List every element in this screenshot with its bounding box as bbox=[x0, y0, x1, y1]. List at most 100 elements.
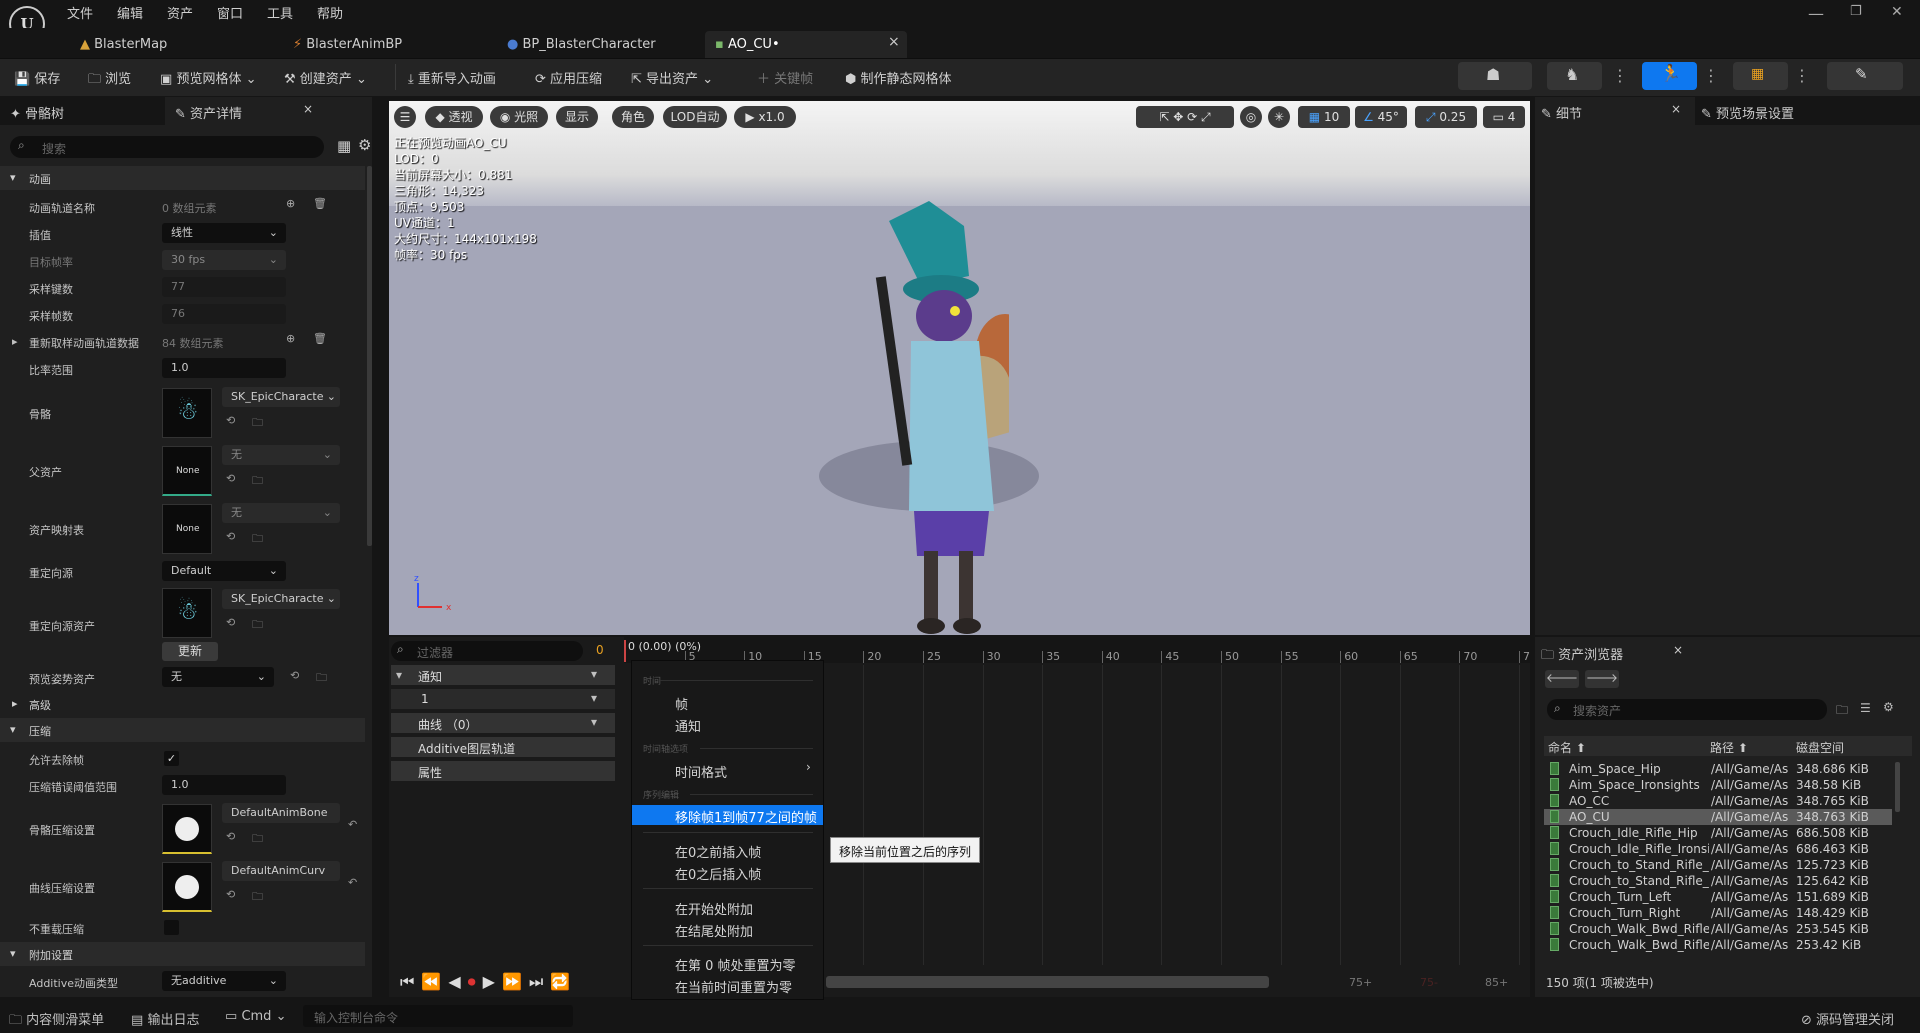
play-reverse-icon[interactable]: ◀ bbox=[448, 972, 467, 991]
menu-item-append-end[interactable]: 在结尾处附加 bbox=[675, 921, 753, 940]
browse-folder-icon[interactable]: 🗀 bbox=[252, 472, 263, 491]
viewport-menu-button[interactable]: ☰ bbox=[394, 106, 416, 128]
settings-gear-icon[interactable]: ⚙ bbox=[358, 136, 371, 154]
add-element-icon[interactable]: ⊕ bbox=[286, 332, 295, 345]
apply-compression-button[interactable]: ⟳ 应用压缩 bbox=[535, 68, 602, 87]
details-scrollbar[interactable] bbox=[367, 166, 372, 546]
more-options-icon[interactable]: ⋮ bbox=[1703, 66, 1719, 85]
loop-icon[interactable]: 🔁 bbox=[550, 972, 577, 991]
output-log-button[interactable]: ▤ 输出日志 bbox=[131, 1009, 199, 1028]
retarget-source-dropdown[interactable]: Default ⌄ bbox=[162, 561, 286, 581]
more-options-icon[interactable]: ⋮ bbox=[1794, 66, 1810, 85]
mesh-mode-button[interactable]: ♞ bbox=[1547, 62, 1602, 90]
asset-row[interactable]: Crouch_Idle_Rifle_Hip/All/Game/As 686.508… bbox=[1544, 825, 1892, 841]
menu-item-zero-at-current[interactable]: 在当前时间重置为零 bbox=[675, 977, 792, 996]
use-selected-icon[interactable]: ⟲ bbox=[226, 616, 235, 629]
track-notify-1[interactable]: 1 ▾ bbox=[391, 689, 615, 709]
interpolation-dropdown[interactable]: 线性 ⌄ bbox=[162, 223, 286, 243]
grid-snap-button[interactable]: ▦ 10 bbox=[1298, 106, 1350, 128]
rotation-snap-button[interactable]: ∠ 45° bbox=[1355, 106, 1407, 128]
record-icon[interactable]: ⏺ bbox=[468, 972, 483, 991]
browse-folder-icon[interactable]: 🗀 bbox=[252, 414, 263, 433]
parent-asset-thumbnail[interactable]: None bbox=[162, 446, 212, 496]
lod-auto-button[interactable]: LOD自动 bbox=[663, 106, 727, 128]
asset-list-scrollbar[interactable] bbox=[1895, 762, 1900, 812]
details-search-input[interactable]: ⌕ 搜索 bbox=[10, 136, 324, 158]
reset-to-default-icon[interactable]: ↶ bbox=[348, 876, 357, 889]
use-selected-icon[interactable]: ⟲ bbox=[226, 830, 235, 843]
tab-preview-scene-settings[interactable]: ✎ 预览场景设置 bbox=[1695, 97, 1920, 125]
expand-arrow-icon[interactable]: ▸ bbox=[12, 335, 18, 348]
skeleton-mode-button[interactable]: ☗ bbox=[1458, 62, 1532, 90]
asset-row[interactable]: AO_CC/All/Game/As 348.765 KiB bbox=[1544, 793, 1892, 809]
menu-item-remove-frames[interactable]: 移除帧1到帧77之间的帧 bbox=[632, 805, 823, 826]
column-name[interactable]: 命名 ⬆ bbox=[1548, 739, 1586, 756]
source-control-button[interactable]: ⊘ 源码管理关闭 bbox=[1801, 1009, 1894, 1028]
rate-scale-input[interactable]: 1.0 bbox=[162, 358, 286, 378]
delete-icon[interactable]: 🗑 bbox=[313, 332, 327, 345]
skip-to-start-icon[interactable]: ⏮ bbox=[400, 972, 421, 991]
maximize-icon[interactable]: ❐ bbox=[1850, 4, 1862, 19]
asset-row[interactable]: AO_CU/All/Game/As 348.763 KiB bbox=[1544, 809, 1892, 825]
show-button[interactable]: 显示 bbox=[556, 106, 598, 128]
close-tab-icon[interactable]: × bbox=[1671, 102, 1681, 116]
section-animation[interactable]: ▾ 动画 bbox=[0, 166, 365, 190]
tab-details[interactable]: ✎ 细节 × bbox=[1535, 97, 1695, 125]
more-options-icon[interactable]: ⋮ bbox=[1612, 66, 1628, 85]
forward-button[interactable]: 🡒 bbox=[1585, 670, 1619, 688]
animation-mode-button[interactable]: 🏃 bbox=[1642, 62, 1697, 90]
local-space-button[interactable]: ◎ bbox=[1240, 106, 1262, 128]
keyframe-button[interactable]: ＋ 关键帧 bbox=[757, 68, 813, 87]
back-button[interactable]: 🡐 bbox=[1545, 670, 1579, 688]
lighting-button[interactable]: ◉ 光照 bbox=[490, 106, 548, 128]
asset-row[interactable]: Crouch_Walk_Bwd_Rifle/All/Game/As 253.545… bbox=[1544, 921, 1892, 937]
menu-item-notifies[interactable]: 通知 bbox=[675, 716, 701, 735]
play-icon[interactable]: ▶ bbox=[483, 972, 502, 991]
asset-search-input[interactable]: ⌕ 搜索资产 bbox=[1547, 699, 1827, 720]
track-curves[interactable]: 曲线 （0） ▾ bbox=[391, 713, 615, 733]
track-additive-layer[interactable]: Additive图层轨道 bbox=[391, 737, 615, 757]
step-back-icon[interactable]: ⏪ bbox=[421, 972, 448, 991]
browse-folder-icon[interactable]: 🗀 bbox=[252, 830, 263, 849]
use-selected-icon[interactable]: ⟲ bbox=[226, 414, 235, 427]
preview-pose-dropdown[interactable]: 无 ⌄ bbox=[162, 667, 274, 687]
menu-tools[interactable]: 工具 bbox=[267, 3, 293, 22]
blueprint-mode-button[interactable]: ▦ bbox=[1733, 62, 1788, 90]
asset-row[interactable]: Crouch_to_Stand_Rifle_I/All/Game/As 125.6… bbox=[1544, 873, 1892, 889]
playback-speed-button[interactable]: ▶ x1.0 bbox=[734, 106, 796, 128]
menu-item-append-start[interactable]: 在开始处附加 bbox=[675, 899, 753, 918]
menu-file[interactable]: 文件 bbox=[67, 3, 93, 22]
update-button[interactable]: 更新 bbox=[162, 642, 218, 661]
column-disk-space[interactable]: 磁盘空间 bbox=[1796, 739, 1844, 756]
asset-row[interactable]: Crouch_Turn_Left/All/Game/As 151.689 KiB bbox=[1544, 889, 1892, 905]
grid-view-icon[interactable]: ▦ bbox=[337, 137, 351, 155]
delete-icon[interactable]: 🗑 bbox=[313, 197, 327, 210]
asset-row[interactable]: Crouch_Idle_Rifle_Ironsi/All/Game/As 686.… bbox=[1544, 841, 1892, 857]
menu-item-insert-before[interactable]: 在0之前插入帧 bbox=[675, 842, 761, 861]
asset-row[interactable]: Aim_Space_Hip/All/Game/As 348.686 KiB bbox=[1544, 761, 1892, 777]
bone-compression-dropdown[interactable]: DefaultAnimBone bbox=[222, 803, 340, 823]
allow-frame-stripping-checkbox[interactable]: ✓ bbox=[164, 751, 179, 766]
save-button[interactable]: 💾 保存 bbox=[14, 68, 60, 87]
tab-blastermap[interactable]: ▲ BlasterMap bbox=[70, 31, 270, 58]
physics-mode-button[interactable]: ✎ bbox=[1827, 62, 1903, 90]
transform-tools[interactable]: ⇱ ✥ ⟳ ⤢ bbox=[1136, 106, 1234, 128]
frame-rate-dropdown[interactable]: 30 fps ⌄ bbox=[162, 250, 286, 270]
skip-to-end-icon[interactable]: ⏭ bbox=[529, 972, 550, 991]
browse-folder-icon[interactable]: 🗀 bbox=[252, 888, 263, 907]
asset-row[interactable]: Aim_Space_Ironsights/All/Game/As 348.58 K… bbox=[1544, 777, 1892, 793]
asset-mapping-dropdown[interactable]: 无 ⌄ bbox=[222, 503, 340, 523]
error-threshold-input[interactable]: 1.0 bbox=[162, 775, 286, 795]
make-static-mesh-button[interactable]: ⬢ 制作静态网格体 bbox=[845, 68, 952, 87]
no-recompress-checkbox[interactable] bbox=[164, 920, 179, 935]
browse-folder-icon[interactable]: 🗀 bbox=[252, 530, 263, 549]
reimport-button[interactable]: ⤓ 重新导入动画 bbox=[408, 68, 496, 87]
use-selected-icon[interactable]: ⟲ bbox=[290, 669, 299, 682]
minimize-icon[interactable]: — bbox=[1808, 4, 1824, 23]
surface-snap-button[interactable]: ✳ bbox=[1268, 106, 1290, 128]
content-drawer-button[interactable]: 🗀 内容侧滑菜单 bbox=[9, 1009, 104, 1033]
preview-mesh-button[interactable]: ▣ 预览网格体 ⌄ bbox=[160, 68, 256, 87]
skeleton-thumbnail[interactable]: ☃ bbox=[162, 388, 212, 438]
menu-help[interactable]: 帮助 bbox=[317, 3, 343, 22]
export-asset-button[interactable]: ⇱ 导出资产 ⌄ bbox=[631, 68, 713, 87]
